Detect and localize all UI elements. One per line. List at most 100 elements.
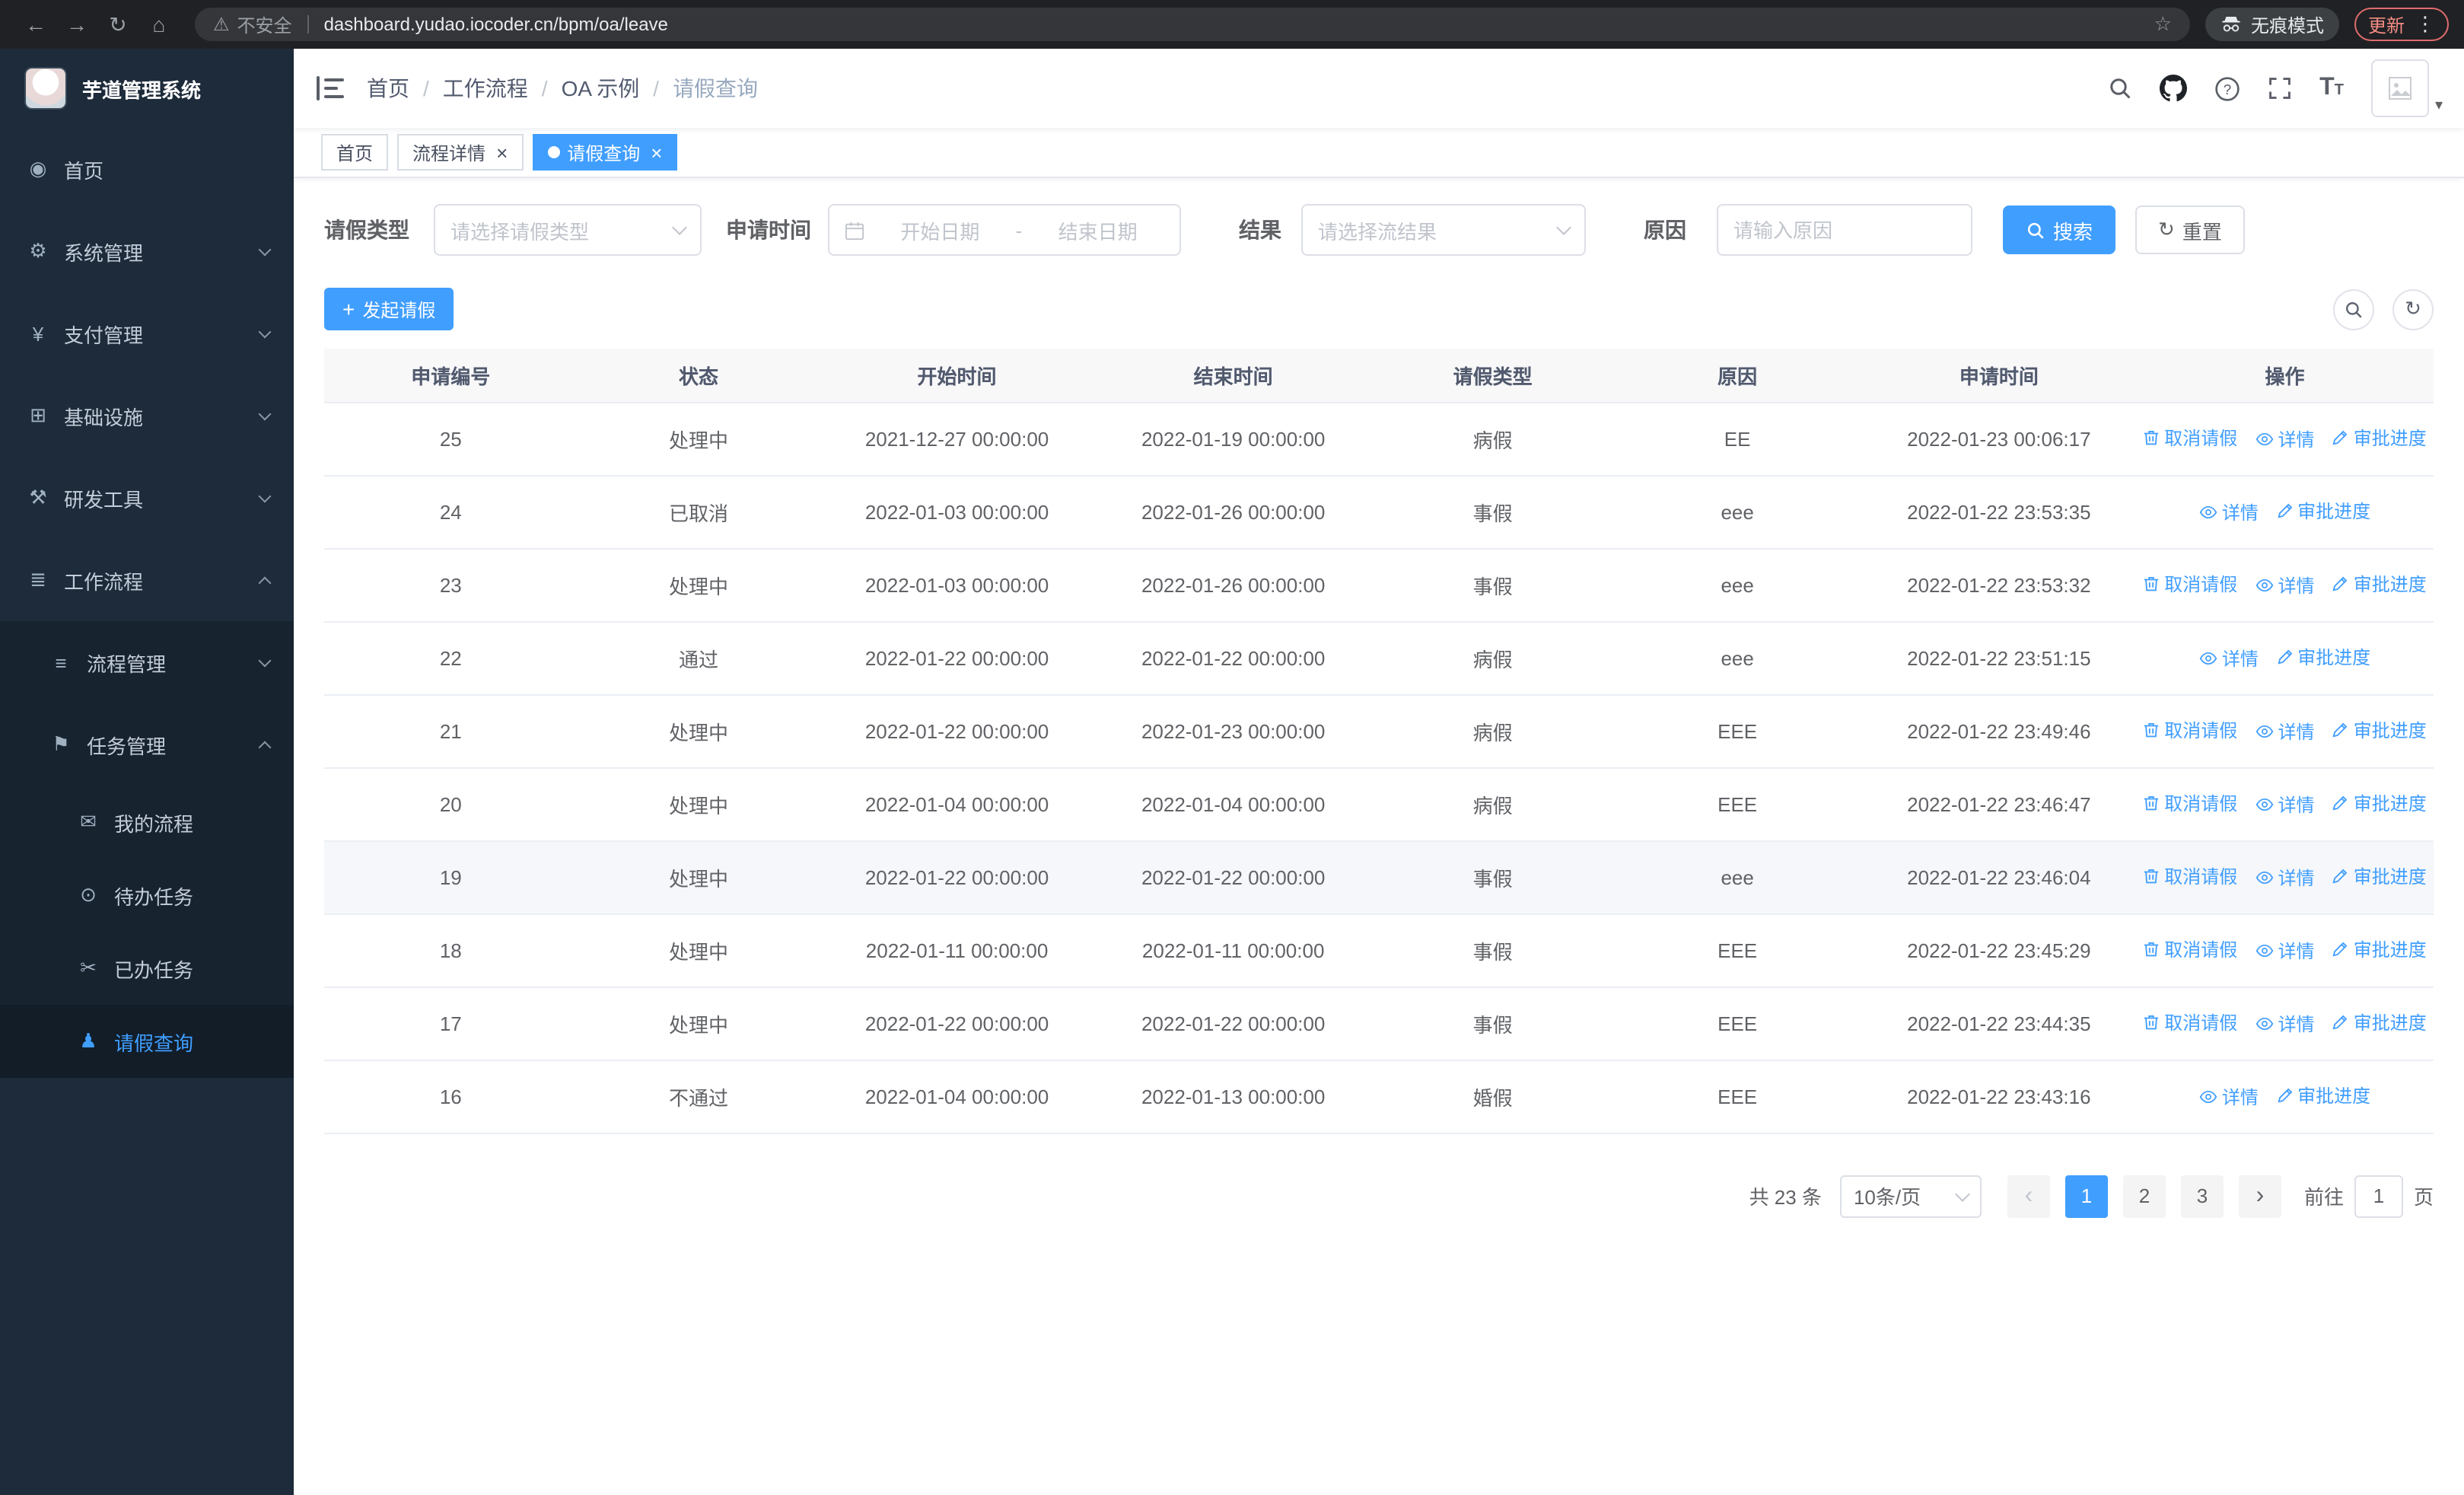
approval-progress-link[interactable]: 审批进度 xyxy=(2276,644,2370,670)
approval-progress-link[interactable]: 审批进度 xyxy=(2332,425,2427,451)
tab-process-detail[interactable]: 流程详情 × xyxy=(397,134,524,171)
address-bar[interactable]: ⚠ 不安全 dashboard.yudao.iocoder.cn/bpm/oa/… xyxy=(195,8,2190,41)
sidebar-item[interactable]: ⚙ 系统管理 xyxy=(0,210,294,292)
table-row[interactable]: 24 已取消 2022-01-03 00:00:00 2022-01-26 00… xyxy=(324,475,2434,549)
sidebar-item[interactable]: ¥ 支付管理 xyxy=(0,292,294,375)
avatar[interactable] xyxy=(2370,59,2429,117)
cell-end-time: 2022-01-11 00:00:00 xyxy=(1094,913,1373,987)
sidebar-item-label: 任务管理 xyxy=(87,735,167,757)
table-row[interactable]: 17 处理中 2022-01-22 00:00:00 2022-01-22 00… xyxy=(324,987,2434,1060)
page-button-3[interactable]: 3 xyxy=(2180,1175,2224,1217)
detail-link[interactable]: 详情 xyxy=(2255,792,2315,818)
cancel-leave-link[interactable]: 取消请假 xyxy=(2143,790,2237,816)
reset-button[interactable]: ↻ 重置 xyxy=(2135,206,2245,254)
prev-page-button[interactable]: ‹ xyxy=(2007,1175,2050,1217)
table-row[interactable]: 20 处理中 2022-01-04 00:00:00 2022-01-04 00… xyxy=(324,767,2434,841)
sidebar-item[interactable]: ⊙ 待办任务 xyxy=(0,859,294,932)
breadcrumb-home[interactable]: 首页 xyxy=(367,73,409,104)
font-size-icon[interactable]: TT xyxy=(2319,75,2344,102)
sidebar-item[interactable]: ⊞ 基础设施 xyxy=(0,375,294,457)
security-label[interactable]: 不安全 xyxy=(237,11,292,37)
cancel-leave-link[interactable]: 取消请假 xyxy=(2143,425,2237,451)
detail-link[interactable]: 详情 xyxy=(2199,645,2259,671)
approval-progress-link[interactable]: 审批进度 xyxy=(2332,1009,2427,1035)
approval-progress-link[interactable]: 审批进度 xyxy=(2276,1082,2370,1108)
cancel-leave-link[interactable]: 取消请假 xyxy=(2143,717,2237,743)
tab-leave-query[interactable]: 请假查询 × xyxy=(532,134,678,171)
sidebar-item[interactable]: ≣ 工作流程 xyxy=(0,539,294,621)
help-icon[interactable]: ? xyxy=(2214,75,2240,101)
cancel-leave-link[interactable]: 取消请假 xyxy=(2143,863,2237,889)
next-page-button[interactable]: › xyxy=(2238,1175,2281,1217)
fullscreen-icon[interactable] xyxy=(2268,76,2292,100)
sidebar-item[interactable]: ◉ 首页 xyxy=(0,128,294,210)
cancel-leave-link[interactable]: 取消请假 xyxy=(2143,1009,2237,1035)
apply-time-range-picker[interactable]: 开始日期 - 结束日期 xyxy=(828,204,1181,256)
result-select[interactable]: 请选择流结果 xyxy=(1301,204,1586,256)
table-row[interactable]: 23 处理中 2022-01-03 00:00:00 2022-01-26 00… xyxy=(324,548,2434,622)
detail-link[interactable]: 详情 xyxy=(2199,1084,2259,1110)
cell-apply-id: 24 xyxy=(324,475,578,549)
detail-link[interactable]: 详情 xyxy=(2255,426,2315,452)
sidebar-item[interactable]: ⚑ 任务管理 xyxy=(0,703,294,786)
search-icon[interactable] xyxy=(2108,76,2132,100)
table-row[interactable]: 19 处理中 2022-01-22 00:00:00 2022-01-22 00… xyxy=(324,840,2434,914)
leave-type-select[interactable]: 请选择请假类型 xyxy=(434,204,702,256)
page-button-2[interactable]: 2 xyxy=(2122,1175,2166,1217)
bookmark-star-icon[interactable]: ☆ xyxy=(2154,12,2172,37)
sidebar-item[interactable]: ⚒ 研发工具 xyxy=(0,457,294,539)
hamburger-icon[interactable] xyxy=(294,49,367,128)
back-icon[interactable]: ← xyxy=(15,12,56,37)
cell-leave-type: 事假 xyxy=(1372,548,1613,622)
tab-home[interactable]: 首页 xyxy=(321,134,389,171)
detail-link[interactable]: 详情 xyxy=(2255,1011,2315,1037)
close-icon[interactable]: × xyxy=(651,142,662,162)
sidebar-item[interactable]: ≡ 流程管理 xyxy=(0,621,294,703)
approval-progress-link[interactable]: 审批进度 xyxy=(2276,498,2370,524)
table-row[interactable]: 21 处理中 2022-01-22 00:00:00 2022-01-23 00… xyxy=(324,694,2434,768)
update-label[interactable]: 更新 xyxy=(2368,11,2405,37)
detail-link[interactable]: 详情 xyxy=(2255,938,2315,964)
user-menu[interactable]: ▾ xyxy=(2370,59,2443,117)
cancel-leave-link[interactable]: 取消请假 xyxy=(2143,936,2237,962)
approval-progress-link[interactable]: 审批进度 xyxy=(2332,571,2427,597)
table-row[interactable]: 25 处理中 2021-12-27 00:00:00 2022-01-19 00… xyxy=(324,402,2434,476)
browser-menu-icon[interactable]: ⋮ xyxy=(2415,12,2435,37)
sidebar-item[interactable]: ♟ 请假查询 xyxy=(0,1005,294,1078)
approval-progress-link[interactable]: 审批进度 xyxy=(2332,936,2427,962)
refresh-button[interactable]: ↻ xyxy=(2392,288,2434,330)
close-icon[interactable]: × xyxy=(496,142,508,162)
reason-input[interactable] xyxy=(1717,204,1972,256)
breadcrumb-workflow[interactable]: 工作流程 xyxy=(443,73,528,104)
reload-icon[interactable]: ↻ xyxy=(97,11,138,37)
detail-link[interactable]: 详情 xyxy=(2255,572,2315,598)
cell-status: 不通过 xyxy=(577,1060,820,1133)
page-size-select[interactable]: 10条/页 xyxy=(1839,1175,1982,1217)
breadcrumb-oa-example[interactable]: OA 示例 xyxy=(562,73,640,104)
table-row[interactable]: 16 不通过 2022-01-04 00:00:00 2022-01-13 00… xyxy=(324,1060,2434,1133)
detail-link[interactable]: 详情 xyxy=(2255,719,2315,744)
forward-icon[interactable]: → xyxy=(56,12,97,37)
detail-link[interactable]: 详情 xyxy=(2199,499,2259,525)
goto-page-input[interactable] xyxy=(2354,1175,2403,1217)
github-icon[interactable] xyxy=(2160,75,2188,102)
approval-progress-link[interactable]: 审批进度 xyxy=(2332,717,2427,743)
detail-link[interactable]: 详情 xyxy=(2255,865,2315,891)
approval-progress-link[interactable]: 审批进度 xyxy=(2332,790,2427,816)
show-search-button[interactable] xyxy=(2333,288,2374,330)
sidebar-item[interactable]: ✉ 我的流程 xyxy=(0,786,294,859)
page-button-1[interactable]: 1 xyxy=(2064,1175,2108,1217)
cancel-leave-link[interactable]: 取消请假 xyxy=(2143,571,2237,597)
workflow-icon: ≣ xyxy=(30,568,46,591)
home-icon[interactable]: ⌂ xyxy=(138,12,180,37)
cell-status: 处理中 xyxy=(577,548,820,622)
update-chip[interactable]: 更新 ⋮ xyxy=(2354,8,2449,41)
sidebar-item[interactable]: ✂ 已办任务 xyxy=(0,932,294,1005)
app-logo[interactable]: 芋道管理系统 xyxy=(0,49,294,128)
approval-progress-link[interactable]: 审批进度 xyxy=(2332,863,2427,889)
create-leave-button[interactable]: + 发起请假 xyxy=(324,288,454,330)
table-row[interactable]: 22 通过 2022-01-22 00:00:00 2022-01-22 00:… xyxy=(324,621,2434,695)
table-row[interactable]: 18 处理中 2022-01-11 00:00:00 2022-01-11 00… xyxy=(324,913,2434,987)
cell-leave-type: 病假 xyxy=(1372,621,1613,695)
search-button[interactable]: 搜索 xyxy=(2003,206,2116,254)
